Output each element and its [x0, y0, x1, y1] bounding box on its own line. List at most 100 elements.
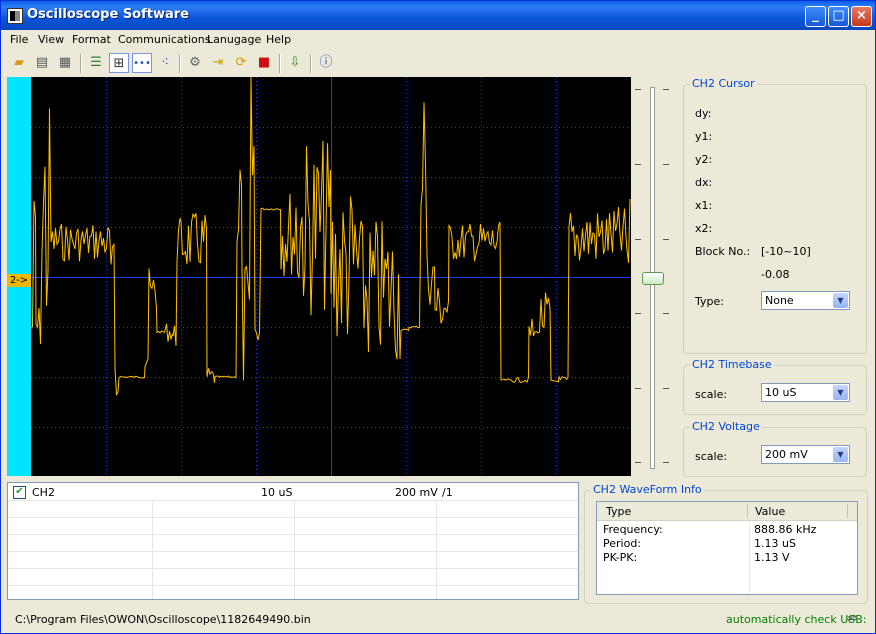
slider-tick	[663, 239, 669, 240]
table-row[interactable]: ✔ CH2 10 uS 200 mV /1	[8, 483, 578, 501]
frequency-value: 888.86 kHz	[754, 523, 817, 536]
open-icon[interactable]: ▰	[9, 53, 29, 73]
chevron-down-icon[interactable]: ▼	[833, 293, 848, 308]
channel-timebase: 10 uS	[261, 486, 293, 499]
timebase-scale-value: 10 uS	[765, 386, 797, 399]
slider-tick	[635, 462, 641, 463]
slider-tick	[635, 239, 641, 240]
slider-tick	[635, 89, 641, 90]
column-divider	[847, 504, 848, 518]
print-icon[interactable]: ▤	[32, 53, 52, 73]
block-value: -0.08	[761, 268, 790, 281]
x2-label: x2:	[695, 222, 713, 235]
slider-tick	[663, 164, 669, 165]
cursor-type-select[interactable]: None ▼	[761, 291, 850, 310]
cursor-group-title: CH2 Cursor	[690, 77, 757, 90]
voltage-scale-select[interactable]: 200 mV ▼	[761, 445, 850, 464]
menu-format[interactable]: Format	[72, 33, 111, 46]
channel-probe: /1	[442, 486, 453, 499]
slider-tick	[635, 164, 641, 165]
table-row	[8, 517, 578, 535]
vertical-position-slider[interactable]	[642, 272, 664, 285]
voltage-scale-label: scale:	[695, 450, 728, 463]
slider-tick	[663, 313, 669, 314]
block-range: [-10~10]	[761, 245, 811, 258]
value-column-header[interactable]: Value	[755, 505, 785, 518]
channel-voltage: 200 mV	[395, 486, 438, 499]
file-path: C:\Program Files\OWON\Oscilloscope\11826…	[15, 613, 311, 626]
y2-label: y2:	[695, 153, 713, 166]
menu-communications[interactable]: Communications	[118, 33, 210, 46]
maximize-button[interactable]: □	[828, 6, 849, 27]
menu-help[interactable]: Help	[266, 33, 291, 46]
cursor-type-value: None	[765, 294, 794, 307]
voltage-group: CH2 Voltage scale: 200 mV ▼	[683, 420, 867, 477]
app-window: Oscilloscope Software _ □ × File View Fo…	[0, 0, 876, 634]
slider-tick	[635, 313, 641, 314]
timebase-group: CH2 Timebase scale: 10 uS ▼	[683, 358, 867, 415]
timebase-scale-select[interactable]: 10 uS ▼	[761, 383, 850, 402]
channel-list: ✔ CH2 10 uS 200 mV /1	[7, 482, 579, 600]
pkpk-label: PK-PK:	[603, 551, 638, 564]
toolbar-separator	[179, 54, 181, 73]
voltage-group-title: CH2 Voltage	[690, 420, 762, 433]
grid-icon[interactable]: ⊞	[109, 53, 129, 73]
timebase-group-title: CH2 Timebase	[690, 358, 774, 371]
menu-language[interactable]: Lanugage	[207, 33, 261, 46]
channel-2-marker[interactable]: 2->	[7, 274, 31, 287]
settings-icon[interactable]: ⚙	[185, 53, 205, 73]
chevron-down-icon[interactable]: ▼	[833, 447, 848, 462]
timebase-scale-label: scale:	[695, 388, 728, 401]
waveinfo-table: Type Value Frequency: 888.86 kHz Period:…	[596, 501, 858, 595]
table-row	[8, 534, 578, 552]
x1-label: x1:	[695, 199, 713, 212]
slider-tick	[663, 89, 669, 90]
minimize-button[interactable]: _	[805, 6, 826, 27]
dy-label: dy:	[695, 107, 712, 120]
close-button[interactable]: ×	[851, 6, 872, 27]
column-divider	[436, 500, 437, 599]
usb-status: automatically check USB:	[726, 613, 867, 626]
slider-tick	[663, 462, 669, 463]
pkpk-value: 1.13 V	[754, 551, 790, 564]
waveform-display[interactable]: 2->	[7, 77, 631, 476]
import-icon[interactable]: ⇥	[208, 53, 228, 73]
refresh-icon[interactable]: ⟳	[231, 53, 251, 73]
column-divider	[747, 504, 748, 518]
period-value: 1.13 uS	[754, 537, 796, 550]
scope-plot	[31, 77, 631, 476]
list-icon[interactable]: ☰	[86, 53, 106, 73]
voltage-scale-value: 200 mV	[765, 448, 808, 461]
chevron-down-icon[interactable]: ▼	[833, 385, 848, 400]
export-icon[interactable]: ⇩	[285, 53, 305, 73]
waveinfo-group-title: CH2 WaveForm Info	[591, 483, 704, 496]
type-column-header[interactable]: Type	[606, 505, 631, 518]
print-preview-icon[interactable]: ▦	[55, 53, 75, 73]
slider-tick	[635, 388, 641, 389]
app-icon	[7, 8, 23, 24]
channel-name: CH2	[32, 486, 55, 499]
window-title: Oscilloscope Software	[27, 7, 189, 22]
dots-icon[interactable]: •••	[132, 53, 152, 73]
dx-label: dx:	[695, 176, 713, 189]
y1-label: y1:	[695, 130, 713, 143]
frequency-label: Frequency:	[603, 523, 663, 536]
help-icon[interactable]: ⓘ	[316, 53, 336, 73]
title-bar[interactable]: Oscilloscope Software _ □ ×	[1, 1, 875, 30]
column-divider	[294, 500, 295, 599]
stop-icon[interactable]: ■	[254, 53, 274, 73]
column-divider	[749, 521, 750, 594]
toolbar-separator	[310, 54, 312, 73]
period-label: Period:	[603, 537, 642, 550]
points-icon[interactable]: ⁖	[155, 53, 175, 73]
ch2-checkbox[interactable]: ✔	[13, 486, 26, 499]
usb-icon: ⇌	[847, 611, 858, 625]
menu-file[interactable]: File	[10, 33, 28, 46]
table-row	[8, 500, 578, 518]
slider-tick	[663, 388, 669, 389]
waveinfo-header: Type Value	[597, 502, 857, 521]
menu-view[interactable]: View	[38, 33, 64, 46]
toolbar-separator	[80, 54, 82, 73]
status-bar: C:\Program Files\OWON\Oscilloscope\11826…	[1, 607, 875, 633]
toolbar-separator	[279, 54, 281, 73]
